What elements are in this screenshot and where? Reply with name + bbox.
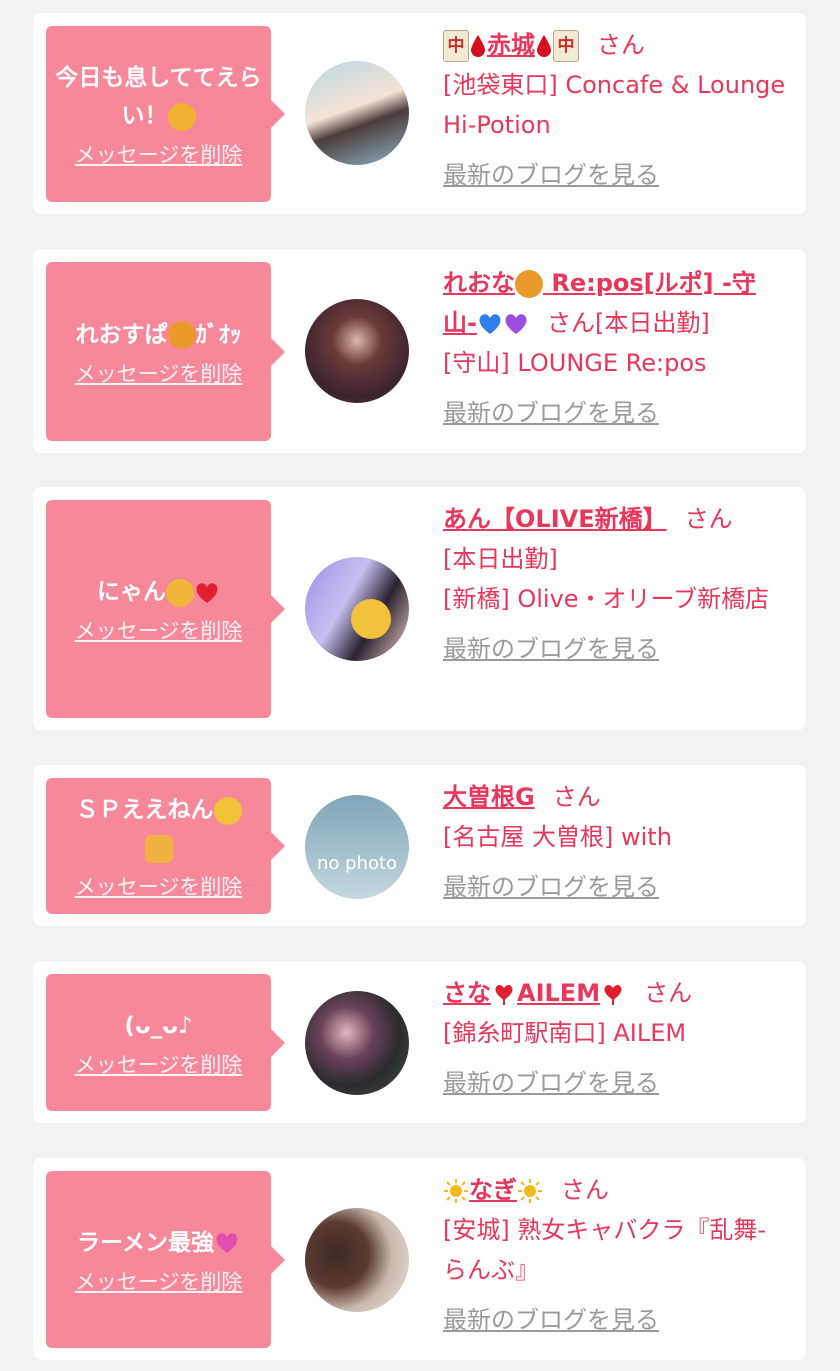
cat-icon [351, 599, 391, 639]
latest-blog-link[interactable]: 最新のブログを見る [443, 629, 659, 669]
avatar[interactable] [305, 1208, 409, 1312]
heart-icon [196, 582, 218, 603]
lion-icon [167, 321, 196, 349]
cast-info: 中赤城中さん [池袋東口] Concafe & Lounge Hi-Potion… [443, 25, 786, 195]
latest-blog-link[interactable]: 最新のブログを見る [443, 1063, 659, 1103]
cast-name-link[interactable]: なぎ [443, 1176, 543, 1204]
shop-name: [新橋] Olive・オリーブ新橋店 [443, 585, 770, 613]
message-text: (ᴗ_ᴗ♪ [124, 1012, 193, 1039]
avatar[interactable] [305, 61, 409, 165]
heart-icon [604, 984, 622, 1005]
shop-name: [守山] LOUNGE Re:pos [443, 349, 707, 377]
thumbs-up-icon [144, 834, 173, 863]
honorific: さん [561, 1176, 609, 1204]
heart-icon [495, 984, 513, 1005]
shop-name: [名古屋 大曽根] with [443, 823, 672, 851]
message-card: (ᴗ_ᴗ♪ メッセージを削除 さな AILEM さん [錦糸町駅南口] AILEM … [33, 961, 806, 1123]
delete-message-link[interactable]: メッセージを削除 [75, 615, 243, 645]
message-bubble: れおすぱ ｶﾞｵｯ メッセージを削除 [46, 262, 285, 441]
status-label: [本日出勤] [594, 309, 710, 337]
blood-drop-icon [471, 35, 485, 57]
heart-icon [505, 314, 527, 334]
sun-icon [518, 1179, 542, 1203]
mahjong-tile-icon: 中 [553, 30, 579, 62]
delete-message-link[interactable]: メッセージを削除 [75, 139, 243, 169]
message-text: ＳＰええねん [75, 797, 214, 823]
message-suffix: ｶﾞｵｯ [195, 321, 242, 348]
avatar[interactable] [305, 557, 409, 661]
honorific: さん [644, 979, 693, 1007]
cast-info: なぎ さん [安城] 熟女キャバクラ『乱舞-らんぶ』 最新のブログを見る [443, 1170, 786, 1340]
sun-icon [444, 1179, 468, 1203]
avatar[interactable] [305, 299, 409, 403]
cast-name-link[interactable]: あん【OLIVE新橋】 [443, 505, 667, 533]
pink-heart-icon [216, 1233, 238, 1253]
honorific: さん [597, 31, 645, 59]
message-list: 今日も息しててえらい！ メッセージを削除 中赤城中さん [池袋東口] Conca… [0, 0, 840, 1371]
message-text: れおすぱ [75, 321, 168, 348]
latest-blog-link[interactable]: 最新のブログを見る [443, 867, 659, 907]
lion-icon [515, 270, 543, 298]
wink-face-icon [213, 796, 242, 825]
cast-info: あん【OLIVE新橋】 さん [本日出勤] [新橋] Olive・オリーブ新橋店 … [443, 499, 786, 669]
cast-info: れおな Re:pos[ルポ] -守山- さん[本日出勤] [守山] LOUNGE … [443, 263, 786, 433]
message-card: 今日も息しててえらい！ メッセージを削除 中赤城中さん [池袋東口] Conca… [33, 13, 806, 214]
message-card: にゃん メッセージを削除 あん【OLIVE新橋】 さん [本日出勤] [新橋] O… [33, 487, 806, 730]
cast-name-link[interactable]: 中赤城中 [443, 30, 579, 62]
shop-name: [池袋東口] Concafe & Lounge Hi-Potion [443, 71, 786, 139]
message-text: 今日も息しててえらい！ [55, 65, 262, 129]
delete-message-link[interactable]: メッセージを削除 [75, 358, 243, 388]
message-bubble: ラーメン最強 メッセージを削除 [46, 1171, 285, 1348]
delete-message-link[interactable]: メッセージを削除 [75, 1049, 243, 1079]
message-card: ＳＰええねん メッセージを削除 no photo 大曽根G さん [名古屋 大曽根… [33, 765, 806, 926]
status-label: [本日出勤] [443, 545, 558, 573]
message-bubble: にゃん メッセージを削除 [46, 500, 285, 718]
message-bubble: (ᴗ_ᴗ♪ メッセージを削除 [46, 974, 285, 1111]
message-bubble: ＳＰええねん メッセージを削除 [46, 778, 285, 914]
message-text: ラーメン最強 [76, 1229, 215, 1256]
no-photo-label: no photo [316, 853, 398, 874]
honorific: さん [684, 505, 733, 533]
latest-blog-link[interactable]: 最新のブログを見る [443, 393, 659, 433]
cast-info: さな AILEM さん [錦糸町駅南口] AILEM 最新のブログを見る [443, 973, 786, 1103]
shop-name: [錦糸町駅南口] AILEM [443, 1019, 687, 1047]
cast-info: 大曽根G さん [名古屋 大曽根] with 最新のブログを見る [443, 777, 786, 907]
message-card: ラーメン最強 メッセージを削除 なぎ さん [安城] 熟女キャバクラ『乱舞-らんぶ… [33, 1158, 806, 1360]
message-bubble: 今日も息しててえらい！ メッセージを削除 [46, 26, 285, 202]
message-text: にゃん [97, 579, 166, 605]
heart-icon [479, 314, 501, 334]
shop-name: [安城] 熟女キャバクラ『乱舞-らんぶ』 [443, 1216, 767, 1284]
latest-blog-link[interactable]: 最新のブログを見る [443, 155, 659, 195]
cast-name-link[interactable]: さな AILEM [443, 979, 626, 1007]
message-card: れおすぱ ｶﾞｵｯ メッセージを削除 れおな Re:pos[ルポ] -守山- さん[… [33, 249, 806, 453]
honorific: さん [552, 783, 601, 811]
latest-blog-link[interactable]: 最新のブログを見る [443, 1300, 659, 1340]
mahjong-tile-icon: 中 [443, 30, 469, 62]
cat-icon [166, 578, 194, 607]
kiss-cat-icon [167, 102, 196, 131]
blood-drop-icon [537, 35, 551, 57]
avatar[interactable]: no photo [305, 795, 409, 899]
avatar[interactable] [305, 991, 409, 1095]
cast-name-link[interactable]: 大曽根G [443, 783, 535, 811]
delete-message-link[interactable]: メッセージを削除 [75, 1266, 243, 1296]
honorific: さん [546, 309, 595, 337]
delete-message-link[interactable]: メッセージを削除 [75, 871, 243, 901]
